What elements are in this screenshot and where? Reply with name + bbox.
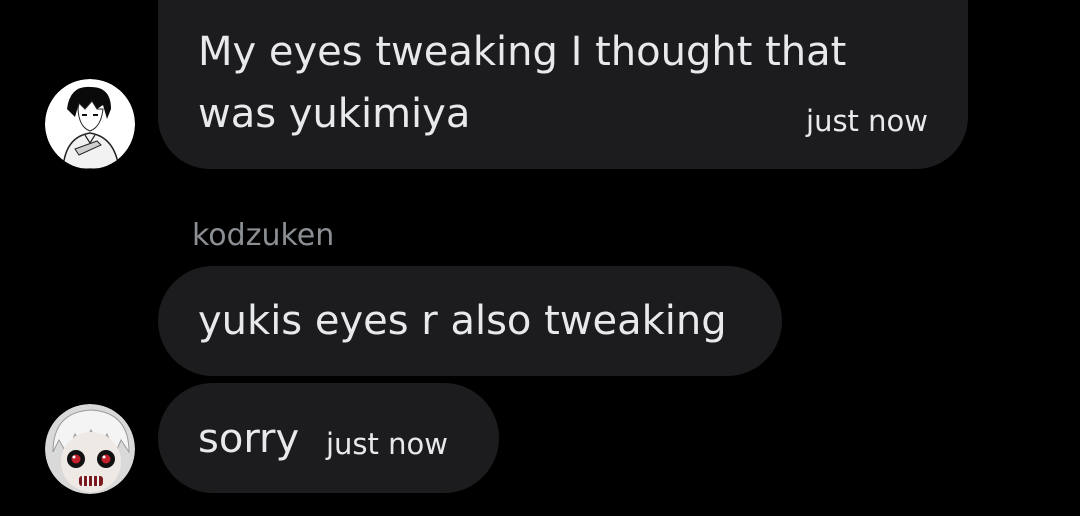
avatar-sender-2[interactable]: [45, 404, 135, 494]
sender-name[interactable]: kodzuken: [192, 218, 334, 253]
message-text: yukis eyes r also tweaking: [198, 298, 727, 344]
message-text: sorry: [198, 416, 300, 462]
message-text-line: My eyes tweaking I thought that: [198, 29, 847, 75]
message-bubble[interactable]: sorry just now: [158, 383, 499, 493]
message-bubble[interactable]: My eyes tweaking I thought that was yuki…: [158, 0, 968, 169]
avatar-image: [45, 404, 135, 494]
message-bubble[interactable]: yukis eyes r also tweaking: [158, 266, 782, 376]
avatar-image: [45, 79, 135, 169]
message-timestamp: just now: [806, 104, 928, 138]
message-text-line: was yukimiya: [198, 91, 471, 137]
message-timestamp: just now: [326, 427, 448, 461]
avatar-sender-1[interactable]: [45, 79, 135, 169]
